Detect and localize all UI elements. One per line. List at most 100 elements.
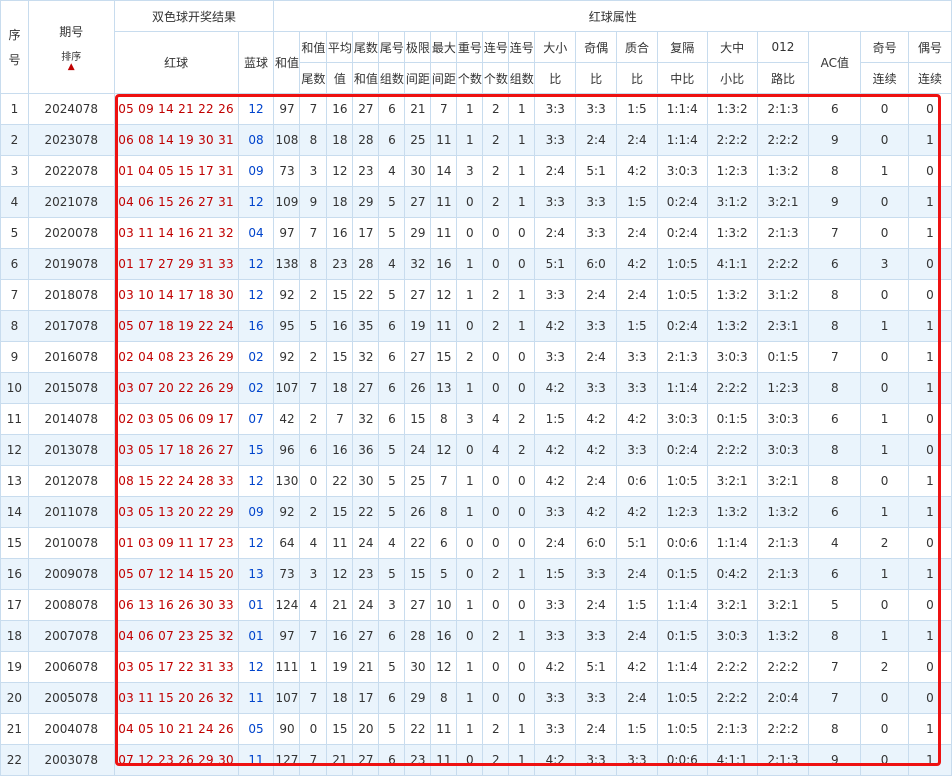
blue-ball-cell: 04 bbox=[237, 217, 275, 249]
average-cell: 21 bbox=[326, 589, 354, 621]
big-small-ratio-cell: 3:3 bbox=[534, 93, 577, 125]
lottery-results-table: 序 号 期号 排序 ▲ 双色球开奖结果 红球属性 红球 蓝球 和值 和值 平均 … bbox=[0, 0, 952, 776]
route-012-ratio-cell: 1:2:3 bbox=[756, 372, 810, 404]
tail-sum-cell: 35 bbox=[352, 310, 380, 342]
max-gap-cell: 11 bbox=[430, 124, 458, 156]
sub-header: 路比 bbox=[756, 62, 810, 94]
big-mid-small-ratio-cell: 1:2:3 bbox=[706, 155, 758, 187]
sub-header-line1: 奇号 bbox=[872, 40, 897, 55]
ac-value-cell: 9 bbox=[808, 744, 862, 776]
prime-composite-ratio-cell: 0:6 bbox=[616, 465, 658, 497]
extreme-span-cell: 23 bbox=[404, 744, 432, 776]
odd-consecutive-cell: 0 bbox=[860, 465, 909, 497]
even-consecutive-cell: 0 bbox=[907, 403, 952, 435]
consecutive-groups-cell: 0 bbox=[508, 465, 536, 497]
repeat-count-cell: 1 bbox=[456, 372, 484, 404]
sub-header-line1: 大小 bbox=[543, 40, 568, 55]
sub-header: 质合 bbox=[616, 31, 658, 63]
repeat-count-cell: 3 bbox=[456, 403, 484, 435]
odd-even-ratio-cell: 5:1 bbox=[575, 651, 618, 683]
sum-tail-cell: 9 bbox=[299, 186, 328, 218]
odd-consecutive-cell: 2 bbox=[860, 651, 909, 683]
consecutive-count-cell: 2 bbox=[482, 558, 510, 590]
table-row: 11 2014078 02 03 05 06 09 17 07 42 2 7 32 6 15 8 3 4… bbox=[0, 403, 952, 435]
sum-cell: 107 bbox=[273, 372, 301, 404]
repeat-gap-mid-ratio-cell: 1:1:4 bbox=[656, 372, 708, 404]
period-cell: 2004078 bbox=[27, 713, 115, 745]
seq-cell: 15 bbox=[0, 527, 29, 559]
sub-header: 和值 bbox=[352, 62, 380, 94]
sort-control[interactable]: 排序 ▲ bbox=[29, 48, 113, 72]
seq-cell: 18 bbox=[0, 620, 29, 652]
prime-composite-ratio-cell: 1:5 bbox=[616, 589, 658, 621]
big-mid-small-ratio-cell: 2:1:3 bbox=[706, 713, 758, 745]
seq-header-line2: 号 bbox=[8, 53, 21, 67]
big-mid-small-ratio-cell: 1:3:2 bbox=[706, 279, 758, 311]
tail-sum-cell: 27 bbox=[352, 372, 380, 404]
repeat-gap-mid-ratio-cell: 3:0:3 bbox=[656, 155, 708, 187]
route-012-ratio-cell: 0:1:5 bbox=[756, 341, 810, 373]
red-balls-cell: 03 11 15 20 26 32 bbox=[113, 682, 239, 714]
ac-value-cell: 7 bbox=[808, 682, 862, 714]
sort-arrow-up-icon[interactable]: ▲ bbox=[29, 63, 113, 72]
route-012-ratio-cell: 3:0:3 bbox=[756, 403, 810, 435]
blue-ball-cell: 09 bbox=[237, 155, 275, 187]
average-cell: 18 bbox=[326, 186, 354, 218]
table-header: 序 号 期号 排序 ▲ 双色球开奖结果 红球属性 红球 蓝球 和值 和值 平均 … bbox=[0, 0, 952, 94]
odd-even-ratio-cell: 3:3 bbox=[575, 310, 618, 342]
ac-value-cell: 8 bbox=[808, 155, 862, 187]
odd-consecutive-cell: 1 bbox=[860, 403, 909, 435]
red-balls-cell: 03 11 14 16 21 32 bbox=[113, 217, 239, 249]
sum-tail-cell: 4 bbox=[299, 527, 328, 559]
sub-header: 连号 bbox=[508, 31, 536, 63]
red-attributes-header: 红球属性 bbox=[273, 0, 952, 32]
blue-ball-cell: 01 bbox=[237, 620, 275, 652]
consecutive-groups-cell: 1 bbox=[508, 124, 536, 156]
consecutive-groups-cell: 1 bbox=[508, 744, 536, 776]
odd-even-ratio-cell: 6:0 bbox=[575, 248, 618, 280]
blue-ball-cell: 13 bbox=[237, 558, 275, 590]
period-cell: 2023078 bbox=[27, 124, 115, 156]
sub-header-line1: 012 bbox=[771, 40, 795, 54]
sum-cell: 124 bbox=[273, 589, 301, 621]
sum-cell: 97 bbox=[273, 217, 301, 249]
repeat-gap-mid-ratio-cell: 0:2:4 bbox=[656, 217, 708, 249]
tail-sum-cell: 23 bbox=[352, 558, 380, 590]
sum-cell: 138 bbox=[273, 248, 301, 280]
repeat-gap-mid-ratio-cell: 0:1:5 bbox=[656, 620, 708, 652]
prime-composite-ratio-cell: 4:2 bbox=[616, 403, 658, 435]
sum-tail-cell: 1 bbox=[299, 651, 328, 683]
sub-header-line2: 比 bbox=[630, 71, 643, 86]
big-mid-small-ratio-cell: 2:2:2 bbox=[706, 651, 758, 683]
odd-consecutive-cell: 0 bbox=[860, 186, 909, 218]
sub-header-line2: 比 bbox=[590, 71, 603, 86]
period-header[interactable]: 期号 排序 ▲ bbox=[27, 0, 115, 94]
route-012-ratio-cell: 1:3:2 bbox=[756, 155, 810, 187]
sum-cell: 97 bbox=[273, 620, 301, 652]
average-cell: 15 bbox=[326, 341, 354, 373]
period-cell: 2010078 bbox=[27, 527, 115, 559]
max-gap-cell: 12 bbox=[430, 279, 458, 311]
even-consecutive-cell: 1 bbox=[907, 620, 952, 652]
consecutive-count-cell: 2 bbox=[482, 93, 510, 125]
sum-cell: 109 bbox=[273, 186, 301, 218]
average-cell: 7 bbox=[326, 403, 354, 435]
sub-header: 比 bbox=[575, 62, 618, 94]
consecutive-count-cell: 0 bbox=[482, 465, 510, 497]
extreme-span-cell: 22 bbox=[404, 713, 432, 745]
consecutive-groups-cell: 0 bbox=[508, 217, 536, 249]
repeat-gap-mid-ratio-cell: 1:0:5 bbox=[656, 279, 708, 311]
tail-sum-cell: 32 bbox=[352, 403, 380, 435]
even-consecutive-cell: 1 bbox=[907, 713, 952, 745]
max-gap-cell: 11 bbox=[430, 310, 458, 342]
extreme-span-cell: 27 bbox=[404, 589, 432, 621]
tail-groups-cell: 6 bbox=[378, 341, 406, 373]
ac-value-cell: 5 bbox=[808, 589, 862, 621]
route-012-ratio-cell: 1:3:2 bbox=[756, 620, 810, 652]
repeat-count-cell: 1 bbox=[456, 465, 484, 497]
consecutive-count-cell: 0 bbox=[482, 248, 510, 280]
table-row: 12 2013078 03 05 17 18 26 27 15 96 6 16 36 5 24 12… bbox=[0, 434, 952, 466]
odd-consecutive-cell: 0 bbox=[860, 341, 909, 373]
tail-sum-cell: 22 bbox=[352, 279, 380, 311]
even-consecutive-cell: 1 bbox=[907, 496, 952, 528]
